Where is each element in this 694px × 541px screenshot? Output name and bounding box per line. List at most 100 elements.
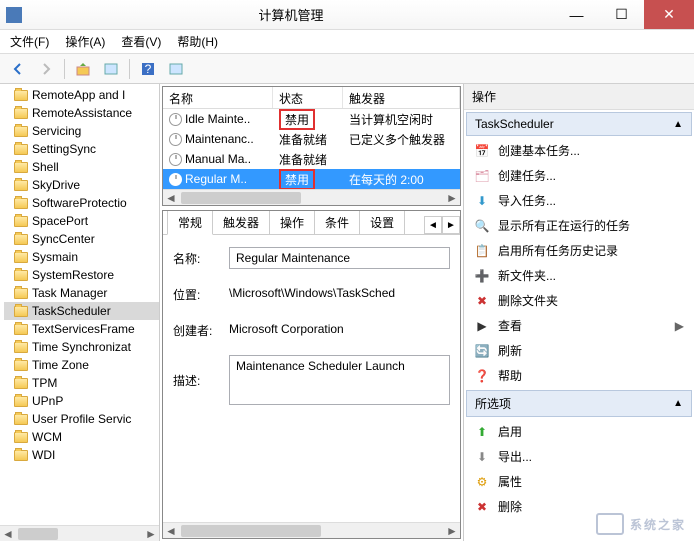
action-item[interactable]: ✖删除文件夹 (464, 288, 694, 313)
minimize-button[interactable]: — (554, 0, 599, 29)
forward-button[interactable] (34, 57, 58, 81)
action-item[interactable]: ➕新文件夹... (464, 263, 694, 288)
tree-scrollbar[interactable]: ◄ ► (0, 525, 159, 541)
menu-view[interactable]: 查看(V) (115, 31, 167, 52)
tabs: 常规 触发器 操作 条件 设置 ◄ ► (163, 211, 460, 235)
tree-item[interactable]: RemoteApp and I (4, 86, 159, 104)
action-item[interactable]: ⬇导入任务... (464, 188, 694, 213)
col-trigger[interactable]: 触发器 (343, 87, 460, 108)
action-item[interactable]: ⚙属性 (464, 469, 694, 494)
action-section-taskscheduler[interactable]: TaskScheduler▲ (466, 112, 692, 136)
scroll-right-icon[interactable]: ► (444, 524, 460, 538)
detail-scrollbar[interactable]: ◄ ► (163, 522, 460, 538)
tree-item-label: SystemRestore (32, 268, 114, 282)
action-section-selected[interactable]: 所选项▲ (466, 390, 692, 417)
task-status: 准备就绪 (273, 129, 343, 150)
folder-icon (14, 396, 28, 407)
maximize-button[interactable]: ☐ (599, 0, 644, 29)
menu-help[interactable]: 帮助(H) (171, 31, 224, 52)
tree-item-label: SyncCenter (32, 232, 95, 246)
tree-item[interactable]: SpacePort (4, 212, 159, 230)
folder-icon (14, 450, 28, 461)
scroll-right-icon[interactable]: ► (444, 191, 460, 205)
properties-button[interactable] (99, 57, 123, 81)
folder-icon (14, 126, 28, 137)
action-icon: 📅 (474, 143, 490, 159)
tab-prev-icon[interactable]: ◄ (424, 216, 442, 234)
tree-item[interactable]: Time Synchronizat (4, 338, 159, 356)
action-icon: ⬆ (474, 424, 490, 440)
tree[interactable]: RemoteApp and I RemoteAssistance Servicing… (0, 84, 159, 524)
field-author: Microsoft Corporation (229, 319, 450, 341)
action-item[interactable]: ✖删除 (464, 494, 694, 519)
tree-item[interactable]: WDI (4, 446, 159, 464)
view-button[interactable] (164, 57, 188, 81)
close-button[interactable]: ✕ (644, 0, 694, 29)
field-desc[interactable]: Maintenance Scheduler Launch (229, 355, 450, 405)
field-name[interactable]: Regular Maintenance (229, 247, 450, 269)
scrollbar-thumb[interactable] (18, 528, 58, 540)
col-name[interactable]: 名称 (163, 87, 273, 108)
menu-action[interactable]: 操作(A) (59, 31, 111, 52)
table-row[interactable]: Maintenanc..准备就绪已定义多个触发器 (163, 129, 460, 149)
tree-item[interactable]: RemoteAssistance (4, 104, 159, 122)
tree-item[interactable]: WCM (4, 428, 159, 446)
tree-item-label: Servicing (32, 124, 81, 138)
action-item[interactable]: ⬆启用 (464, 419, 694, 444)
action-item[interactable]: 📋启用所有任务历史记录 (464, 238, 694, 263)
scroll-left-icon[interactable]: ◄ (0, 527, 16, 541)
tab-general[interactable]: 常规 (167, 210, 213, 235)
table-row[interactable]: Regular M..禁用在每天的 2:00 (163, 169, 460, 189)
action-item[interactable]: ❓帮助 (464, 363, 694, 388)
tab-next-icon[interactable]: ► (442, 216, 460, 234)
tab-actions[interactable]: 操作 (269, 210, 315, 234)
scroll-left-icon[interactable]: ◄ (163, 524, 179, 538)
tree-item[interactable]: Shell (4, 158, 159, 176)
action-item[interactable]: 🔄刷新 (464, 338, 694, 363)
folder-icon (14, 324, 28, 335)
tab-conditions[interactable]: 条件 (314, 210, 360, 234)
folder-icon (14, 162, 28, 173)
scroll-left-icon[interactable]: ◄ (163, 191, 179, 205)
tree-item[interactable]: Time Zone (4, 356, 159, 374)
scrollbar-thumb[interactable] (181, 525, 321, 537)
action-item[interactable]: 🔍显示所有正在运行的任务 (464, 213, 694, 238)
folder-icon (14, 342, 28, 353)
tree-item[interactable]: Sysmain (4, 248, 159, 266)
tree-item[interactable]: SystemRestore (4, 266, 159, 284)
action-item[interactable]: ⬇导出... (464, 444, 694, 469)
scrollbar-thumb[interactable] (181, 192, 301, 204)
tree-item[interactable]: TaskScheduler (4, 302, 159, 320)
task-scrollbar[interactable]: ◄ ► (163, 189, 460, 205)
tree-item[interactable]: UPnP (4, 392, 159, 410)
folder-icon (14, 360, 28, 371)
action-label: 帮助 (498, 367, 522, 384)
table-row[interactable]: Idle Mainte..禁用当计算机空闲时 (163, 109, 460, 129)
action-item[interactable]: 📅创建基本任务... (464, 138, 694, 163)
up-button[interactable] (71, 57, 95, 81)
tree-item[interactable]: User Profile Servic (4, 410, 159, 428)
tree-item[interactable]: SyncCenter (4, 230, 159, 248)
tree-item[interactable]: SoftwareProtectio (4, 194, 159, 212)
tree-item[interactable]: TPM (4, 374, 159, 392)
col-status[interactable]: 状态 (273, 87, 343, 108)
folder-icon (14, 414, 28, 425)
action-label: 显示所有正在运行的任务 (498, 217, 630, 234)
tree-item[interactable]: SkyDrive (4, 176, 159, 194)
tree-item[interactable]: Servicing (4, 122, 159, 140)
action-item[interactable]: 🗂创建任务... (464, 163, 694, 188)
folder-icon (14, 270, 28, 281)
help-button[interactable]: ? (136, 57, 160, 81)
tree-item[interactable]: SettingSync (4, 140, 159, 158)
tree-item[interactable]: Task Manager (4, 284, 159, 302)
back-button[interactable] (6, 57, 30, 81)
folder-icon (14, 108, 28, 119)
tab-triggers[interactable]: 触发器 (212, 210, 270, 234)
tree-item-label: RemoteApp and I (32, 88, 125, 102)
tree-item[interactable]: TextServicesFrame (4, 320, 159, 338)
tab-settings[interactable]: 设置 (359, 210, 405, 234)
scroll-right-icon[interactable]: ► (143, 527, 159, 541)
menu-file[interactable]: 文件(F) (4, 31, 55, 52)
collapse-icon: ▲ (673, 398, 683, 409)
action-item[interactable]: ▶查看▶ (464, 313, 694, 338)
